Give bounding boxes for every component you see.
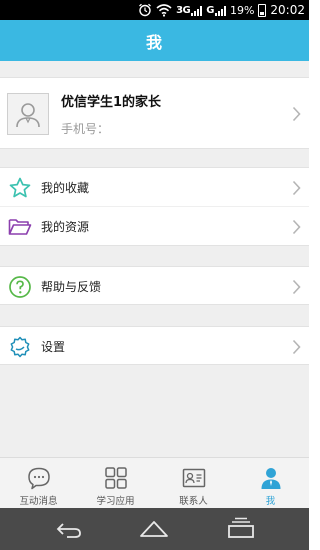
tab-messages-label: 互动消息 [19, 496, 58, 507]
folder-icon [8, 219, 32, 235]
tab-contacts-label: 联系人 [179, 496, 208, 507]
profile-phone-label: 手机号： [61, 122, 110, 136]
network-3g-label: 3G [176, 4, 191, 16]
status-icons: 3G G 19% 20:02 [138, 0, 305, 20]
menu-item-help[interactable]: 帮助与反馈 [0, 266, 309, 305]
menu-item-settings[interactable]: 设置 [0, 326, 309, 365]
chevron-right-icon [292, 339, 301, 355]
tab-apps-label: 学习应用 [96, 496, 135, 507]
chat-bubble-icon [27, 467, 50, 490]
network-g-indicator: G [206, 5, 226, 16]
status-bar: 3G G 19% 20:02 [0, 0, 309, 20]
tab-me[interactable]: 我 [232, 458, 309, 508]
contact-card-icon [182, 468, 205, 488]
clock: 20:02 [270, 3, 305, 17]
menu-item-help-label: 帮助与反馈 [41, 280, 102, 294]
tab-apps[interactable]: 学习应用 [77, 458, 154, 508]
chevron-right-icon [292, 180, 301, 196]
page-title: 我 [145, 32, 163, 52]
battery-percent: 19% [229, 3, 255, 17]
menu-item-resources-label: 我的资源 [41, 220, 90, 234]
app-header: 我 [0, 20, 309, 61]
battery-icon [258, 3, 267, 17]
network-3g-indicator: 3G [176, 4, 203, 16]
chevron-right-icon [292, 279, 301, 295]
default-avatar-icon [16, 103, 40, 128]
menu-item-settings-label: 设置 [41, 340, 66, 354]
network-g-label: G [206, 4, 214, 16]
tab-messages[interactable]: 互动消息 [0, 458, 77, 508]
avatar [7, 93, 49, 135]
profile-name: 优信学生1的家长 [61, 95, 162, 110]
menu-item-favorites[interactable]: 我的收藏 [0, 167, 309, 206]
alarm-icon [139, 3, 151, 17]
bottom-tab-bar: 互动消息 学习应用 联系人 我 [0, 457, 309, 508]
system-nav-bar [0, 508, 309, 550]
back-icon[interactable] [53, 517, 83, 539]
star-icon [9, 177, 31, 198]
wifi-icon [156, 4, 172, 17]
profile-row[interactable]: 优信学生1的家长 手机号： [0, 77, 309, 149]
main-content: 优信学生1的家长 手机号： 我的收藏 我的资源 帮助与反馈 设置 [0, 61, 309, 457]
tab-me-label: 我 [265, 496, 276, 507]
signal-bars-icon [214, 5, 226, 16]
help-icon [9, 276, 31, 298]
chevron-right-icon [292, 106, 301, 122]
menu-item-resources[interactable]: 我的资源 [0, 207, 309, 246]
signal-bars-icon [191, 5, 203, 16]
person-icon [261, 468, 280, 489]
menu-item-favorites-label: 我的收藏 [41, 181, 90, 195]
grid-icon [104, 467, 127, 489]
home-icon[interactable] [139, 517, 169, 539]
settings-icon [10, 336, 30, 358]
chevron-right-icon [292, 219, 301, 235]
tab-contacts[interactable]: 联系人 [155, 458, 232, 508]
recent-apps-icon[interactable] [226, 517, 256, 539]
